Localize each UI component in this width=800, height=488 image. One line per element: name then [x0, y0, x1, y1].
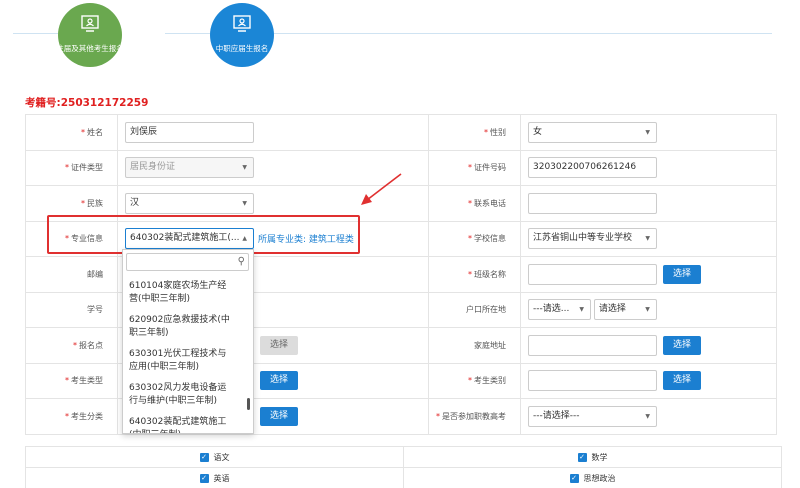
dropdown-search-input[interactable]: ⚲	[126, 253, 249, 271]
vocational-select[interactable]: ---请选择--- ▼	[528, 405, 657, 427]
registration-number-label: 考籍号:	[25, 97, 61, 109]
dropdown-scrollbar[interactable]	[247, 398, 250, 410]
dropdown-option[interactable]: 640302装配式建筑施工(中职三年制)	[123, 412, 241, 433]
site-select-button[interactable]: 选择	[260, 335, 299, 355]
dropdown-option[interactable]: 620902应急救援技术(中职三年制)	[123, 310, 241, 344]
subject-cell[interactable]: ✓ 数学	[403, 446, 782, 468]
vocational-label: * 是否参加职教高考	[428, 398, 521, 435]
checkbox-checked-icon[interactable]: ✓	[577, 452, 587, 462]
school-label: * 学校信息	[428, 220, 521, 257]
id-type-label: * 证件类型	[25, 149, 118, 186]
dropdown-option[interactable]: 630301光伏工程技术与应用(中职三年制)	[123, 344, 241, 378]
caret-down-icon: ▼	[645, 412, 650, 420]
subject-cell[interactable]: ✓ 英语	[25, 467, 404, 488]
form-row: * 姓名 刘俣辰 * 性别 女 ▼	[25, 114, 777, 151]
postcode-label: 邮编	[25, 256, 118, 293]
hukou-city-select[interactable]: 请选择 ▼	[593, 299, 657, 321]
gender-select[interactable]: 女 ▼	[528, 121, 657, 143]
address-input[interactable]	[528, 334, 657, 356]
exam-class-select-button[interactable]: 选择	[260, 406, 299, 426]
monitor-user-icon	[233, 15, 251, 32]
exam-type-label: * 考生类型	[25, 362, 118, 399]
step-2-label: 中职应届生报名	[215, 44, 269, 53]
dropdown-list: 610104家庭农场生产经营(中职三年制) 620902应急救援技术(中职三年制…	[123, 276, 241, 433]
checkbox-checked-icon[interactable]: ✓	[199, 473, 209, 483]
step-line-left	[13, 33, 63, 34]
registration-number-value: 250312172259	[60, 97, 149, 109]
subject-row: ✓ 英语 ✓ 思想政治	[25, 467, 782, 488]
class-name-input[interactable]	[528, 263, 657, 285]
school-select[interactable]: 江苏省铜山中等专业学校 ▼	[528, 228, 657, 250]
major-dropdown: ⚲ 610104家庭农场生产经营(中职三年制) 620902应急救援技术(中职三…	[122, 249, 254, 434]
exam-category-select-button[interactable]: 选择	[663, 371, 702, 391]
exam-type-select-button[interactable]: 选择	[260, 371, 299, 391]
subject-cell[interactable]: ✓ 语文	[25, 446, 404, 468]
registration-number: 考籍号:250312172259	[25, 95, 148, 110]
dropdown-option[interactable]: 630302风力发电设备运行与维护(中职三年制)	[123, 378, 241, 412]
name-input[interactable]: 刘俣辰	[125, 121, 254, 143]
student-no-label: 学号	[25, 291, 118, 328]
gender-label: * 性别	[428, 114, 521, 151]
id-number-input[interactable]: 320302200706261246	[528, 157, 657, 179]
dropdown-option[interactable]: 610104家庭农场生产经营(中职三年制)	[123, 276, 241, 310]
name-label: * 姓名	[25, 114, 118, 151]
subjects-table: ✓ 语文 ✓ 数学 ✓ 英语 ✓ 思想政治	[25, 446, 782, 488]
caret-down-icon: ▼	[242, 164, 247, 172]
step-2[interactable]: 中职应届生报名	[210, 3, 274, 67]
step-line-middle	[165, 33, 213, 34]
caret-down-icon: ▼	[645, 306, 650, 314]
address-select-button[interactable]: 选择	[663, 335, 702, 355]
caret-down-icon: ▼	[242, 199, 247, 207]
address-label: 家庭地址	[428, 327, 521, 364]
phone-input[interactable]	[528, 192, 657, 214]
hukou-label: 户口所在地	[428, 291, 521, 328]
caret-down-icon: ▼	[645, 128, 650, 136]
subject-cell[interactable]: ✓ 思想政治	[403, 467, 782, 488]
class-select-button[interactable]: 选择	[663, 264, 702, 284]
site-label: * 报名点	[25, 327, 118, 364]
hukou-province-select[interactable]: ---请选... ▼	[528, 299, 591, 321]
exam-class-label: * 考生分类	[25, 398, 118, 435]
id-type-select: 居民身份证 ▼	[125, 157, 254, 179]
caret-down-icon: ▼	[645, 235, 650, 243]
phone-label: * 联系电话	[428, 185, 521, 222]
monitor-user-icon	[81, 15, 99, 32]
step-line-right	[272, 33, 772, 34]
step-1-label: 往届及其他考生报名	[58, 44, 122, 53]
search-icon: ⚲	[237, 256, 245, 267]
caret-down-icon: ▼	[579, 306, 584, 314]
ethnicity-select[interactable]: 汉 ▼	[125, 192, 254, 214]
checkbox-checked-icon[interactable]: ✓	[569, 473, 579, 483]
annotation-arrow-icon	[361, 173, 402, 205]
id-number-label: * 证件号码	[428, 149, 521, 186]
exam-category-input[interactable]	[528, 370, 657, 392]
exam-category-label: * 考生类别	[428, 362, 521, 399]
step-1[interactable]: 往届及其他考生报名	[58, 3, 122, 67]
subject-row: ✓ 语文 ✓ 数学	[25, 446, 782, 468]
class-name-label: * 班级名称	[428, 256, 521, 293]
checkbox-checked-icon[interactable]: ✓	[199, 452, 209, 462]
